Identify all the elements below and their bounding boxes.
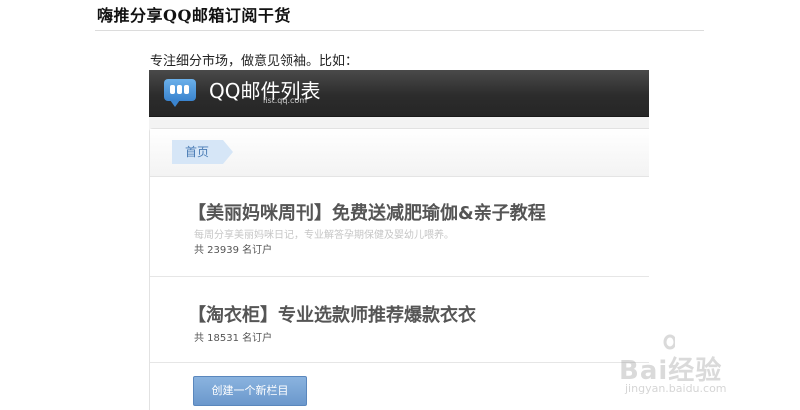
list-description: 每周分享美丽妈咪日记，专业解答孕期保健及婴幼儿喂养。 <box>194 230 454 241</box>
embedded-screenshot: QQ邮件列表 list.qq.com 首页 【美丽妈咪周刊】免费送减肥瑜伽&亲子… <box>149 70 649 410</box>
create-column-button[interactable]: 创建一个新栏目 <box>193 376 307 406</box>
title-divider <box>95 30 704 31</box>
page-title: 嗨推分享QQ邮箱订阅干货 <box>97 6 291 25</box>
list-title[interactable]: 【淘衣柜】专业选款师推荐爆款衣衣 <box>188 301 476 327</box>
logo-figure-1 <box>170 85 175 94</box>
list-item[interactable]: 【淘衣柜】专业选款师推荐爆款衣衣 共 18531 名订户 <box>150 277 649 363</box>
chat-bubble-logo-icon <box>164 79 196 107</box>
list-item[interactable]: 【美丽妈咪周刊】免费送减肥瑜伽&亲子教程 每周分享美丽妈咪日记，专业解答孕期保健… <box>150 176 649 277</box>
breadcrumb: 首页 <box>150 129 649 177</box>
baidu-jingyan-watermark: Bai经验 jingyan.baidu.com <box>615 330 785 400</box>
subscriber-count: 共 23939 名订户 <box>194 245 273 256</box>
breadcrumb-home-link[interactable]: 首页 <box>172 140 234 164</box>
intro-text: 专注细分市场，做意见领袖。比如： <box>150 54 359 69</box>
subscriber-count: 共 18531 名订户 <box>194 333 273 344</box>
watermark-url: jingyan.baidu.com <box>625 382 727 395</box>
app-header: QQ邮件列表 list.qq.com <box>149 70 649 117</box>
app-domain: list.qq.com <box>263 96 308 105</box>
list-title[interactable]: 【美丽妈咪周刊】免费送减肥瑜伽&亲子教程 <box>188 199 546 225</box>
content-panel: 首页 【美丽妈咪周刊】免费送减肥瑜伽&亲子教程 每周分享美丽妈咪日记，专业解答孕… <box>149 128 649 410</box>
logo-figure-3 <box>184 85 189 94</box>
logo-figure-2 <box>177 85 182 94</box>
